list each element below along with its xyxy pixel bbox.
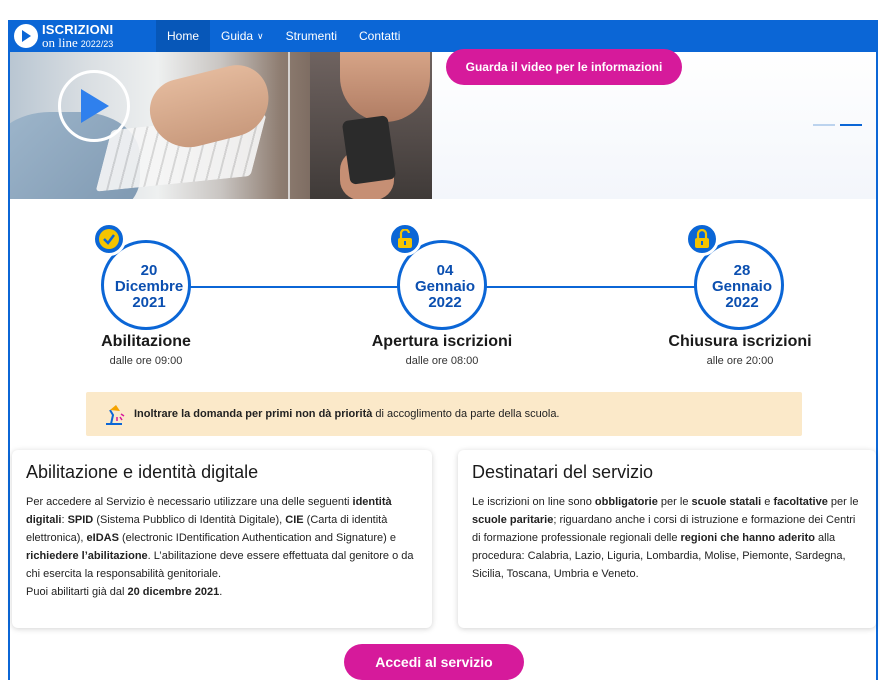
- lamp-icon: [106, 405, 125, 425]
- card-bold: scuole paritarie: [472, 514, 554, 526]
- date-year: 2022: [428, 294, 462, 311]
- card-text: (electronic IDentification Authenticatio…: [118, 532, 396, 544]
- card-text: e: [761, 496, 774, 508]
- card-text: .: [219, 586, 223, 598]
- date-day: 28: [733, 262, 751, 279]
- card-bold: regioni che hanno aderito: [680, 532, 815, 544]
- card-bold: obbligatorie: [594, 496, 658, 508]
- watch-video-button[interactable]: Guarda il video per le informazioni: [446, 49, 682, 85]
- card-title: Abilitazione e identità digitale: [26, 462, 259, 482]
- date-day: 20: [140, 262, 158, 279]
- card-bold: SPID: [67, 514, 94, 526]
- card-text: (Sistema Pubblico di Identità Digitale),: [93, 514, 286, 526]
- date-month: Gennaio: [414, 278, 475, 295]
- card-body: Per accedere al Servizio è necessario ut…: [26, 493, 418, 601]
- card-title: Destinatari del servizio: [472, 462, 654, 482]
- hero-banner: [10, 52, 876, 199]
- card-text: Le iscrizioni on line sono: [472, 496, 595, 508]
- logo-arrow-icon: [14, 24, 38, 48]
- nav-contatti-label: Contatti: [359, 29, 401, 43]
- card-bold: scuole statali: [691, 496, 762, 508]
- logo-text: ISCRIZIONI on line 2022/23: [42, 23, 113, 49]
- card-text: per le: [827, 496, 859, 508]
- hero-image-phone: [341, 115, 397, 185]
- card-bold: CIE: [285, 514, 304, 526]
- priority-notice: Inoltrare la domanda per primi non dà pr…: [86, 392, 802, 436]
- nav-contatti[interactable]: Contatti: [348, 20, 411, 52]
- logo-subtitle: on line 2022/23: [42, 36, 113, 49]
- card-identita-digitale: Abilitazione e identità digitale Per acc…: [12, 450, 432, 628]
- logo-subtitle-text: on line: [42, 35, 78, 50]
- date-text: 20 Dicembre 2021: [104, 263, 194, 311]
- hero-image: [10, 52, 432, 199]
- carousel-dot-2[interactable]: [840, 124, 862, 126]
- page-border-right: [876, 20, 878, 680]
- step-title: Abilitazione: [101, 333, 191, 350]
- date-month: Dicembre: [114, 278, 184, 295]
- top-navbar: ISCRIZIONI on line 2022/23 Home Guida ∨ St…: [10, 20, 876, 52]
- carousel-dot-1[interactable]: [813, 124, 835, 126]
- nav-guida-label: Guida: [221, 29, 254, 43]
- card-bold: facoltative: [773, 496, 828, 508]
- nav-strumenti[interactable]: Strumenti: [275, 20, 348, 52]
- site-logo[interactable]: ISCRIZIONI on line 2022/23: [10, 20, 156, 52]
- card-text: Puoi abilitarti già dal: [26, 586, 128, 598]
- notice-bold: Inoltrare la domanda per primi non dà pr…: [134, 408, 373, 420]
- play-icon[interactable]: [58, 70, 130, 142]
- step-title: Apertura iscrizioni: [371, 333, 513, 350]
- card-body: Le iscrizioni on line sono obbligatorie …: [472, 493, 862, 583]
- date-year: 2022: [725, 294, 759, 311]
- card-text: Per accedere al Servizio è necessario ut…: [26, 496, 353, 508]
- step-title: Chiusura iscrizioni: [668, 333, 812, 350]
- logo-year: 2022/23: [80, 39, 114, 49]
- card-bold: richiedere l’abilitazione: [26, 550, 148, 562]
- card-bold: eIDAS: [86, 532, 119, 544]
- step-subtitle: dalle ore 08:00: [405, 355, 479, 367]
- chevron-down-icon: ∨: [257, 30, 264, 41]
- date-text: 04 Gennaio 2022: [400, 263, 490, 311]
- nav-guida[interactable]: Guida ∨: [210, 20, 275, 52]
- padlock-closed-icon: [685, 222, 719, 256]
- accedi-servizio-button[interactable]: Accedi al servizio: [344, 644, 524, 680]
- date-month: Gennaio: [711, 278, 772, 295]
- hero-image-divider: [288, 52, 290, 199]
- step-subtitle: alle ore 20:00: [706, 355, 774, 367]
- date-text: 28 Gennaio 2022: [697, 263, 787, 311]
- date-day: 04: [436, 262, 454, 279]
- nav-home[interactable]: Home: [156, 20, 211, 52]
- card-text: per le: [657, 496, 692, 508]
- notice-rest: di accoglimento da parte della scuola.: [372, 408, 560, 420]
- step-subtitle: dalle ore 09:00: [109, 355, 183, 367]
- nav-strumenti-label: Strumenti: [285, 29, 337, 43]
- padlock-open-icon: [388, 222, 422, 256]
- date-year: 2021: [132, 294, 166, 311]
- card-destinatari: Destinatari del servizio Le iscrizioni o…: [458, 450, 876, 628]
- nav-home-label: Home: [167, 29, 200, 43]
- card-bold: 20 dicembre 2021: [127, 586, 220, 598]
- check-icon: [92, 222, 126, 256]
- notice-text: Inoltrare la domanda per primi non dà pr…: [134, 408, 560, 420]
